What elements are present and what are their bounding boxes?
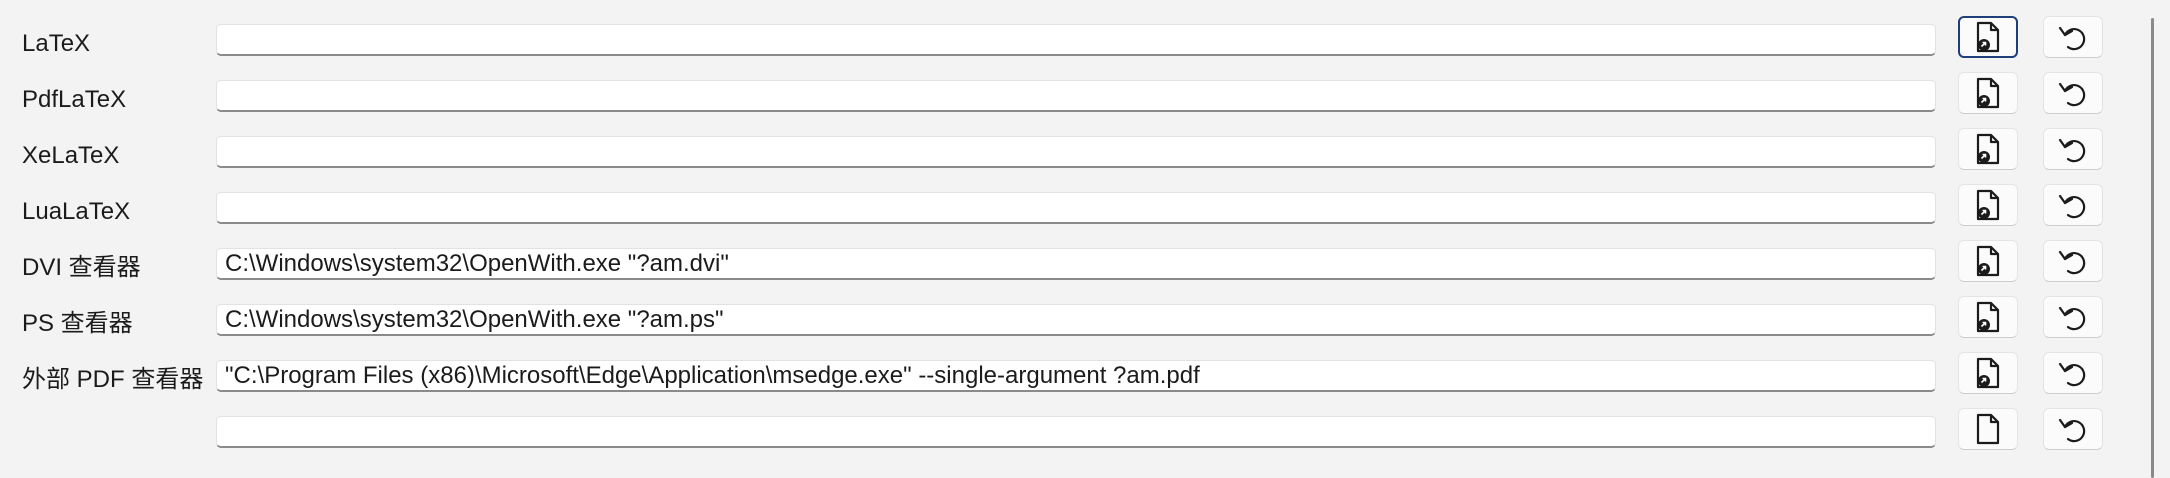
reset-default-button[interactable] xyxy=(2043,408,2103,450)
undo-icon xyxy=(2057,189,2089,221)
undo-icon xyxy=(2057,413,2089,445)
command-input[interactable] xyxy=(216,136,1936,168)
command-input[interactable] xyxy=(216,416,1936,448)
setting-row-external-pdf-viewer: 外部 PDF 查看器 xyxy=(0,352,2140,408)
setting-label: LaTeX xyxy=(22,30,91,57)
reset-default-button[interactable] xyxy=(2043,184,2103,226)
file-browse-icon xyxy=(1973,413,2003,445)
command-input[interactable] xyxy=(216,248,1936,280)
setting-label: 外部 PDF 查看器 xyxy=(22,366,204,393)
setting-row-lualatex: LuaLaTeX xyxy=(0,184,2140,240)
command-input[interactable] xyxy=(216,24,1936,56)
browse-file-button[interactable] xyxy=(1958,352,2018,394)
setting-row-latex: LaTeX xyxy=(0,16,2140,72)
command-settings-panel: LaTeX PdfLaTeX XeLaTeX LuaLaTeX DVI 查看器 … xyxy=(0,0,2140,450)
file-browse-icon xyxy=(1973,357,2003,389)
browse-file-button[interactable] xyxy=(1958,240,2018,282)
file-browse-icon xyxy=(1973,133,2003,165)
undo-icon xyxy=(2057,301,2089,333)
undo-icon xyxy=(2057,245,2089,277)
browse-file-button[interactable] xyxy=(1958,408,2018,450)
undo-icon xyxy=(2057,357,2089,389)
reset-default-button[interactable] xyxy=(2043,240,2103,282)
reset-default-button[interactable] xyxy=(2043,72,2103,114)
setting-row-ps-viewer: PS 查看器 xyxy=(0,296,2140,352)
command-input[interactable] xyxy=(216,80,1936,112)
file-browse-icon xyxy=(1973,77,2003,109)
file-browse-icon xyxy=(1973,189,2003,221)
command-input[interactable] xyxy=(216,304,1936,336)
browse-file-button[interactable] xyxy=(1958,72,2018,114)
setting-label: PS 查看器 xyxy=(22,310,133,337)
command-input[interactable] xyxy=(216,192,1936,224)
browse-file-button[interactable] xyxy=(1958,128,2018,170)
file-browse-icon xyxy=(1973,301,2003,333)
vertical-scrollbar[interactable] xyxy=(2140,0,2170,478)
command-input[interactable] xyxy=(216,360,1936,392)
undo-icon xyxy=(2057,133,2089,165)
undo-icon xyxy=(2057,77,2089,109)
browse-file-button[interactable] xyxy=(1958,16,2018,58)
scrollbar-thumb[interactable] xyxy=(2151,18,2154,478)
setting-label: DVI 查看器 xyxy=(22,254,141,281)
setting-row-xelatex: XeLaTeX xyxy=(0,128,2140,184)
browse-file-button[interactable] xyxy=(1958,184,2018,226)
reset-default-button[interactable] xyxy=(2043,296,2103,338)
setting-row-dvi-viewer: DVI 查看器 xyxy=(0,240,2140,296)
setting-label: LuaLaTeX xyxy=(22,198,131,225)
browse-file-button[interactable] xyxy=(1958,296,2018,338)
setting-row-pdflatex: PdfLaTeX xyxy=(0,72,2140,128)
file-browse-icon xyxy=(1973,21,2003,53)
reset-default-button[interactable] xyxy=(2043,128,2103,170)
setting-label: PdfLaTeX xyxy=(22,86,127,113)
reset-default-button[interactable] xyxy=(2043,352,2103,394)
undo-icon xyxy=(2057,21,2089,53)
setting-row-partial xyxy=(0,408,2140,464)
reset-default-button[interactable] xyxy=(2043,16,2103,58)
file-browse-icon xyxy=(1973,245,2003,277)
setting-label: XeLaTeX xyxy=(22,142,120,169)
